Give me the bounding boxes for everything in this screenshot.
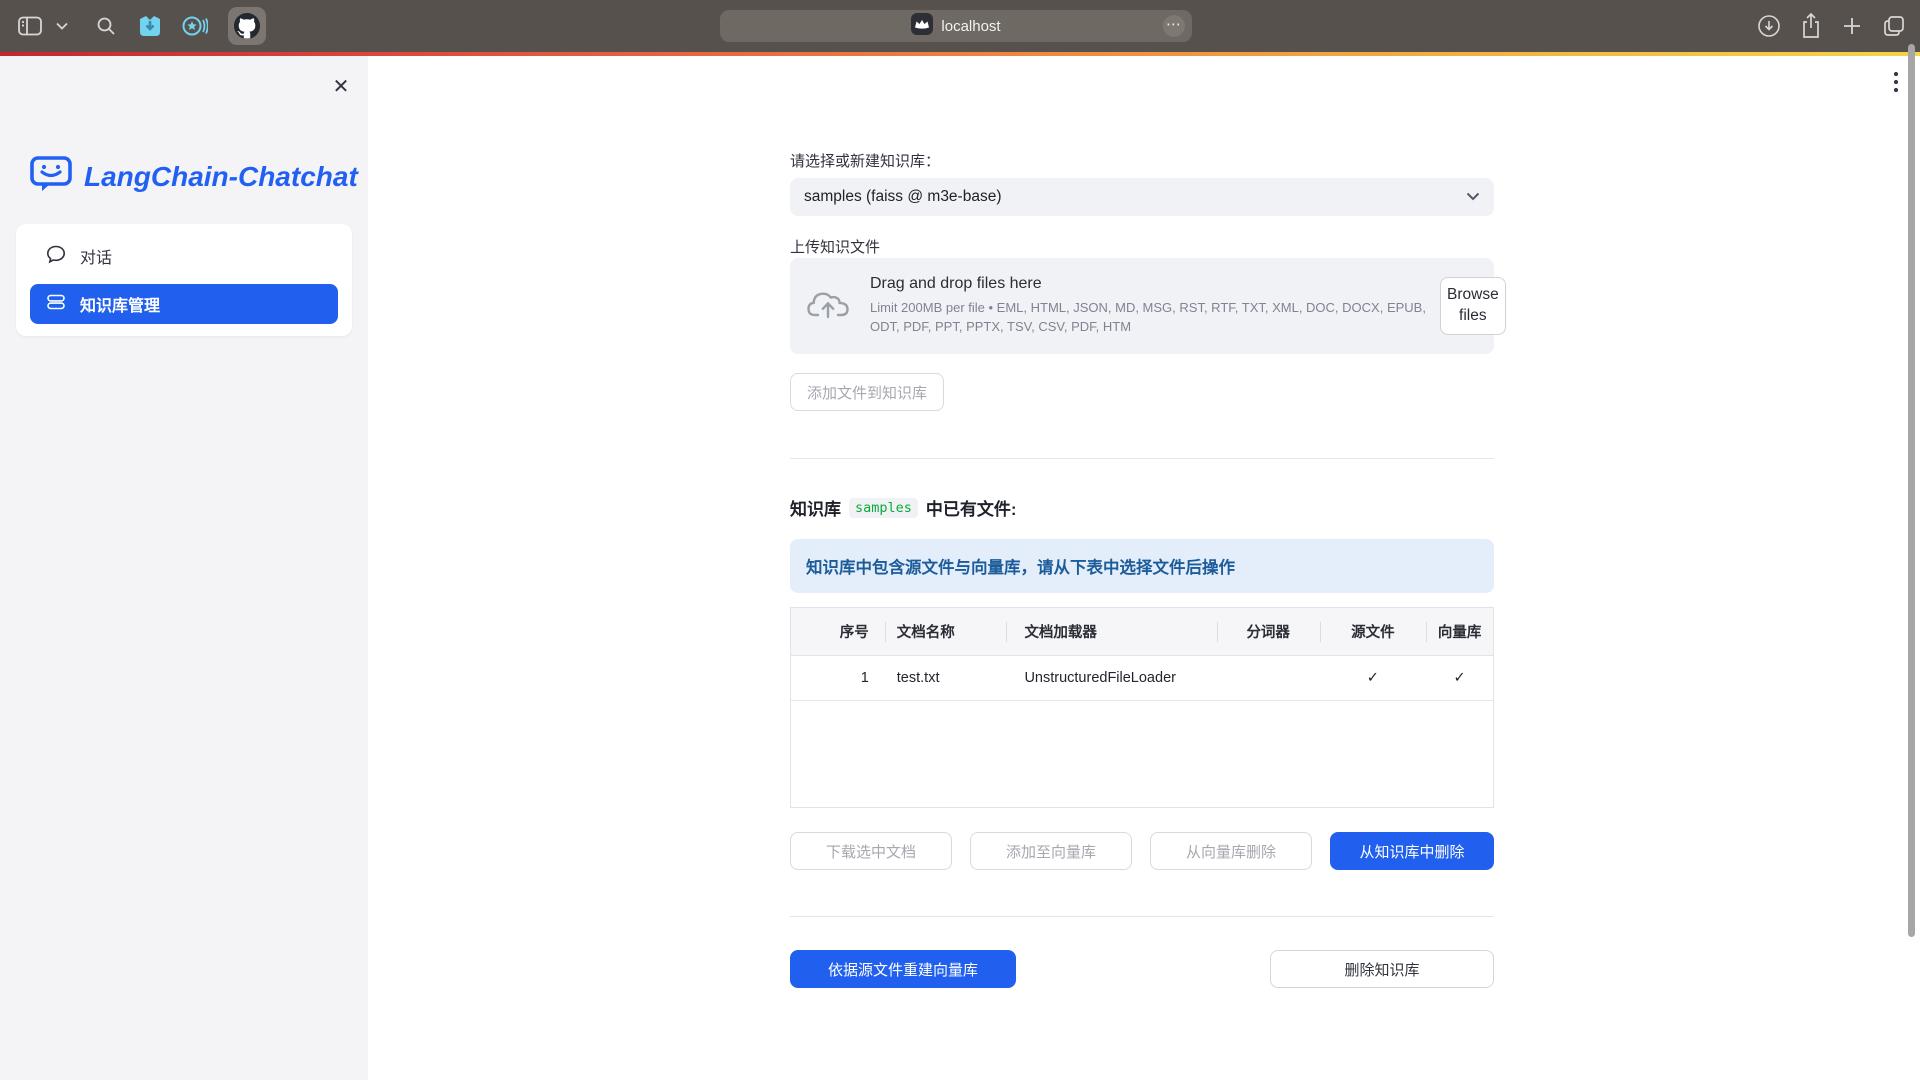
info-banner-text: 知识库中包含源文件与向量库，请从下表中选择文件后操作: [806, 554, 1235, 578]
cell-splitter: [1217, 656, 1320, 700]
sidebar-item-knowledge-base[interactable]: 知识库管理: [30, 284, 338, 324]
cell-loader: UnstructuredFileLoader: [1006, 656, 1216, 700]
file-actions: 下载选中文档 添加至向量库 从向量库删除 从知识库中删除: [790, 832, 1494, 870]
page-options-icon[interactable]: ⋯: [1163, 15, 1185, 37]
sidebar-item-dialogue[interactable]: 对话: [30, 236, 338, 276]
page-scrollbar[interactable]: [1908, 44, 1915, 937]
col-header-loader: 文档加载器: [1006, 608, 1216, 655]
section-divider: [790, 458, 1494, 459]
col-header-source: 源文件: [1320, 608, 1427, 655]
site-favicon: [911, 13, 933, 40]
info-banner: 知识库中包含源文件与向量库，请从下表中选择文件后操作: [790, 539, 1494, 593]
delete-from-kb-button[interactable]: 从知识库中删除: [1330, 832, 1494, 870]
pinned-tab-cyan-download-icon[interactable]: [138, 15, 162, 37]
check-icon: ✓: [1320, 656, 1427, 700]
main-area: 请选择或新建知识库： samples (faiss @ m3e-base) 上传…: [368, 56, 1920, 1080]
kb-files-heading: 知识库 samples 中已有文件:: [790, 495, 1494, 520]
kb-name-code: samples: [849, 498, 918, 518]
logo-text: LangChain-Chatchat: [84, 161, 358, 193]
cell-index: 1: [791, 656, 885, 700]
col-header-splitter: 分词器: [1217, 608, 1320, 655]
github-tab-icon[interactable]: [228, 7, 266, 45]
search-icon[interactable]: [96, 16, 116, 36]
new-tab-icon[interactable]: [1841, 15, 1863, 37]
kb-heading-suffix: 中已有文件:: [926, 495, 1017, 520]
share-icon[interactable]: [1800, 13, 1822, 39]
logo-chat-bubble-icon: [30, 155, 72, 198]
tab-overview-icon[interactable]: [1882, 14, 1906, 38]
chevron-down-icon[interactable]: [56, 22, 68, 30]
chevron-down-icon: [1466, 188, 1480, 206]
app-menu-icon[interactable]: [1890, 68, 1902, 96]
address-bar[interactable]: localhost ⋯: [720, 10, 1192, 42]
url-text: localhost: [941, 18, 1000, 35]
downloads-icon[interactable]: [1757, 14, 1781, 38]
download-selected-button[interactable]: 下载选中文档: [790, 832, 952, 870]
table-header-row: 序号 文档名称 文档加载器 分词器 源文件 向量库: [791, 608, 1493, 656]
cell-name: test.txt: [885, 656, 1007, 700]
section-divider: [790, 916, 1494, 917]
kb-actions: 依据源文件重建向量库 删除知识库: [790, 950, 1494, 988]
col-header-vector: 向量库: [1426, 608, 1493, 655]
sidebar-item-label: 知识库管理: [80, 292, 160, 316]
kb-heading-prefix: 知识库: [790, 495, 841, 520]
kb-select-value: samples (faiss @ m3e-base): [804, 188, 1466, 206]
check-icon: ✓: [1426, 656, 1493, 700]
delete-from-vector-store-button[interactable]: 从向量库删除: [1150, 832, 1312, 870]
kb-select[interactable]: samples (faiss @ m3e-base): [790, 178, 1494, 216]
sidebar-nav: 对话 知识库管理: [16, 224, 352, 336]
sidebar: ✕ LangChain-Chatchat 对话: [0, 56, 368, 1080]
file-dropzone[interactable]: Drag and drop files here Limit 200MB per…: [790, 258, 1494, 354]
dropzone-limit-text: Limit 200MB per file • EML, HTML, JSON, …: [870, 299, 1440, 337]
upload-section-label: 上传知识文件: [790, 238, 1494, 258]
rebuild-vector-store-button[interactable]: 依据源文件重建向量库: [790, 950, 1016, 988]
add-files-to-kb-button[interactable]: 添加文件到知识库: [790, 373, 944, 411]
app-logo: LangChain-Chatchat: [30, 155, 358, 198]
chat-bubble-icon: [46, 244, 66, 269]
database-icon: [46, 292, 66, 317]
kb-files-table[interactable]: 序号 文档名称 文档加载器 分词器 源文件 向量库 1 test.txt Uns…: [790, 607, 1494, 808]
cloud-upload-icon: [806, 287, 850, 326]
sidebar-close-icon[interactable]: ✕: [325, 70, 357, 102]
sidebar-toggle-icon[interactable]: [18, 16, 42, 36]
add-to-vector-store-button[interactable]: 添加至向量库: [970, 832, 1132, 870]
table-row[interactable]: 1 test.txt UnstructuredFileLoader ✓ ✓: [791, 656, 1493, 701]
kb-select-label: 请选择或新建知识库：: [790, 152, 1494, 172]
browse-files-button[interactable]: Browse files: [1440, 277, 1506, 335]
delete-kb-button[interactable]: 删除知识库: [1270, 950, 1494, 988]
col-header-name: 文档名称: [885, 608, 1007, 655]
col-header-index: 序号: [791, 608, 885, 655]
dropzone-title: Drag and drop files here: [870, 275, 1440, 293]
pinned-tab-cyan-star-icon[interactable]: [182, 15, 208, 37]
sidebar-item-label: 对话: [80, 244, 112, 268]
browser-toolbar: localhost ⋯: [0, 0, 1920, 52]
